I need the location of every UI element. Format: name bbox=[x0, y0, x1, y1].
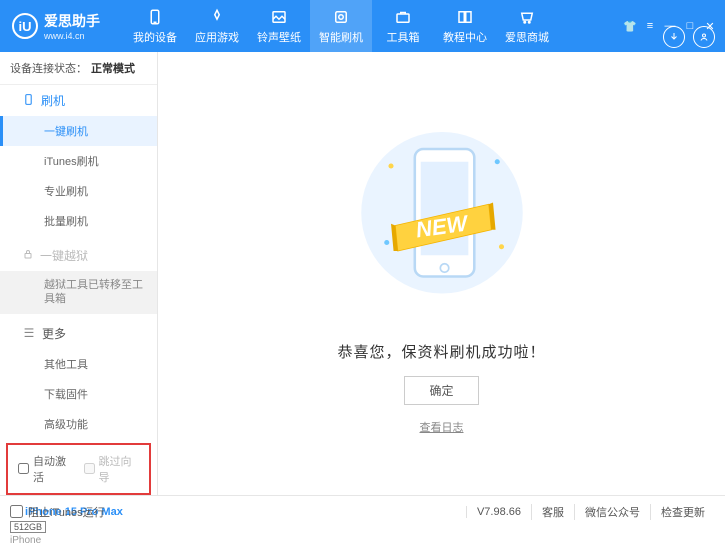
success-message: 恭喜您，保资料刷机成功啦！ bbox=[337, 341, 545, 362]
checkbox-auto-activate[interactable]: 自动激活 bbox=[18, 453, 74, 485]
cart-icon bbox=[518, 8, 536, 26]
ok-button[interactable]: 确定 bbox=[404, 376, 478, 405]
sidebar-jailbreak-note: 越狱工具已转移至工具箱 bbox=[0, 271, 157, 314]
nav-ringtones[interactable]: 铃声壁纸 bbox=[248, 0, 310, 52]
flash-icon bbox=[22, 93, 35, 109]
nav-store[interactable]: 爱思商城 bbox=[496, 0, 558, 52]
sidebar-sub-batch[interactable]: 批量刷机 bbox=[0, 206, 157, 236]
app-logo: iU 爱思助手 www.i4.cn bbox=[12, 11, 100, 41]
wechat-link[interactable]: 微信公众号 bbox=[574, 504, 650, 520]
sidebar-group-flash[interactable]: 刷机 bbox=[0, 85, 157, 116]
app-url: www.i4.cn bbox=[44, 31, 100, 41]
device-type: iPhone bbox=[10, 535, 147, 546]
options-row: 自动激活 跳过向导 bbox=[6, 443, 151, 495]
app-name: 爱思助手 bbox=[44, 11, 100, 31]
phone-icon bbox=[146, 8, 164, 26]
nav-my-device[interactable]: 我的设备 bbox=[124, 0, 186, 52]
sidebar-group-jailbreak[interactable]: 一键越狱 bbox=[0, 240, 157, 271]
refresh-icon bbox=[332, 8, 350, 26]
view-log-link[interactable]: 查看日志 bbox=[420, 419, 464, 435]
checkbox-block-itunes[interactable]: 阻止iTunes运行 bbox=[10, 504, 105, 520]
user-button[interactable] bbox=[693, 26, 715, 48]
more-icon: ☰ bbox=[22, 326, 36, 340]
sidebar-sub-itunes[interactable]: iTunes刷机 bbox=[0, 146, 157, 176]
nav-toolbox[interactable]: 工具箱 bbox=[372, 0, 434, 52]
version-label: V7.98.66 bbox=[466, 506, 531, 518]
toolbox-icon bbox=[394, 8, 412, 26]
sidebar-sub-oneclick[interactable]: 一键刷机 bbox=[0, 116, 157, 146]
checkbox-skip-guide[interactable]: 跳过向导 bbox=[84, 453, 140, 485]
menu-icon[interactable]: ≡ bbox=[643, 19, 657, 33]
lock-icon bbox=[22, 248, 34, 263]
download-button[interactable] bbox=[663, 26, 685, 48]
sidebar-sub-advanced[interactable]: 高级功能 bbox=[0, 409, 157, 439]
logo-icon: iU bbox=[12, 13, 38, 39]
sidebar-sub-download[interactable]: 下载固件 bbox=[0, 379, 157, 409]
sidebar-group-more[interactable]: ☰ 更多 bbox=[0, 318, 157, 349]
image-icon bbox=[270, 8, 288, 26]
sidebar-sub-othertools[interactable]: 其他工具 bbox=[0, 349, 157, 379]
nav-apps[interactable]: 应用游戏 bbox=[186, 0, 248, 52]
nav-smart-flash[interactable]: 智能刷机 bbox=[310, 0, 372, 52]
update-link[interactable]: 检查更新 bbox=[650, 504, 715, 520]
sidebar-sub-pro[interactable]: 专业刷机 bbox=[0, 176, 157, 206]
main-content: NEW 恭喜您，保资料刷机成功啦！ 确定 查看日志 bbox=[158, 52, 725, 495]
book-icon bbox=[456, 8, 474, 26]
top-nav: 我的设备 应用游戏 铃声壁纸 智能刷机 工具箱 bbox=[124, 0, 623, 52]
titlebar: iU 爱思助手 www.i4.cn 我的设备 应用游戏 铃声壁纸 bbox=[0, 0, 725, 52]
support-link[interactable]: 客服 bbox=[531, 504, 574, 520]
sidebar: 设备连接状态： 正常模式 刷机 一键刷机 iTunes刷机 专业刷机 批量刷机 … bbox=[0, 52, 158, 495]
success-illustration: NEW bbox=[357, 112, 527, 327]
apps-icon bbox=[208, 8, 226, 26]
device-status: 设备连接状态： 正常模式 bbox=[0, 52, 157, 85]
skin-icon[interactable]: 👕 bbox=[623, 19, 637, 33]
nav-tutorial[interactable]: 教程中心 bbox=[434, 0, 496, 52]
